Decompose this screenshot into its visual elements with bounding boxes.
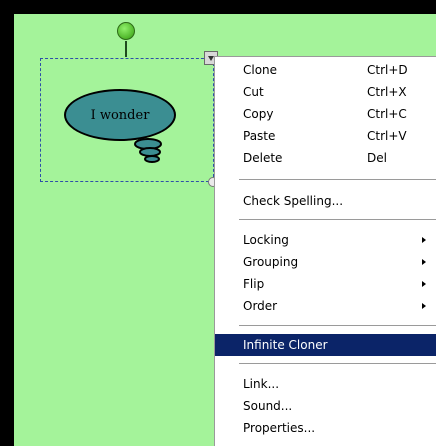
menu-item-shortcut: Del (367, 151, 387, 165)
menu-item-clone[interactable]: Clone Ctrl+D (215, 59, 436, 81)
menu-separator (239, 325, 436, 326)
thought-bubble-shape[interactable]: I wonder (64, 89, 176, 141)
submenu-arrow-icon (422, 281, 426, 287)
menu-item-label: Paste (243, 129, 276, 143)
menu-item-label: Delete (243, 151, 283, 165)
bubble-text: I wonder (90, 107, 150, 123)
menu-item-label: Flip (243, 277, 265, 291)
menu-item-locking[interactable]: Locking (215, 229, 436, 251)
rotate-handle-stem (125, 41, 127, 57)
menu-item-label: Link... (243, 377, 280, 391)
menu-item-shortcut: Ctrl+C (367, 107, 407, 121)
menu-item-label: Sound... (243, 399, 293, 413)
menu-item-order[interactable]: Order (215, 295, 436, 317)
menu-item-label: Infinite Cloner (243, 338, 328, 352)
menu-item-shortcut: Ctrl+D (367, 63, 408, 77)
menu-separator (239, 219, 436, 220)
submenu-arrow-icon (422, 237, 426, 243)
menu-item-cut[interactable]: Cut Ctrl+X (215, 81, 436, 103)
menu-item-link[interactable]: Link... (215, 373, 436, 395)
thought-bubble-tail (134, 138, 162, 163)
rotate-handle[interactable] (117, 22, 135, 40)
submenu-arrow-icon (422, 303, 426, 309)
menu-item-properties[interactable]: Properties... (215, 417, 436, 439)
menu-item-label: Copy (243, 107, 274, 121)
menu-item-copy[interactable]: Copy Ctrl+C (215, 103, 436, 125)
menu-item-label: Grouping (243, 255, 299, 269)
menu-separator (239, 179, 436, 180)
menu-item-label: Check Spelling... (243, 194, 344, 208)
menu-item-check-spelling[interactable]: Check Spelling... (215, 190, 436, 212)
menu-item-shortcut: Ctrl+V (367, 129, 407, 143)
menu-item-label: Cut (243, 85, 264, 99)
context-menu: Clone Ctrl+D Cut Ctrl+X Copy Ctrl+C Past… (214, 56, 436, 446)
menu-item-delete[interactable]: Delete Del (215, 147, 436, 169)
menu-item-shortcut: Ctrl+X (367, 85, 407, 99)
menu-item-grouping[interactable]: Grouping (215, 251, 436, 273)
menu-item-infinite-cloner[interactable]: Infinite Cloner (215, 334, 436, 356)
menu-item-label: Locking (243, 233, 289, 247)
submenu-arrow-icon (422, 259, 426, 265)
menu-item-paste[interactable]: Paste Ctrl+V (215, 125, 436, 147)
menu-separator (239, 363, 436, 364)
menu-item-label: Order (243, 299, 278, 313)
menu-item-label: Properties... (243, 421, 316, 435)
menu-item-sound[interactable]: Sound... (215, 395, 436, 417)
menu-item-flip[interactable]: Flip (215, 273, 436, 295)
